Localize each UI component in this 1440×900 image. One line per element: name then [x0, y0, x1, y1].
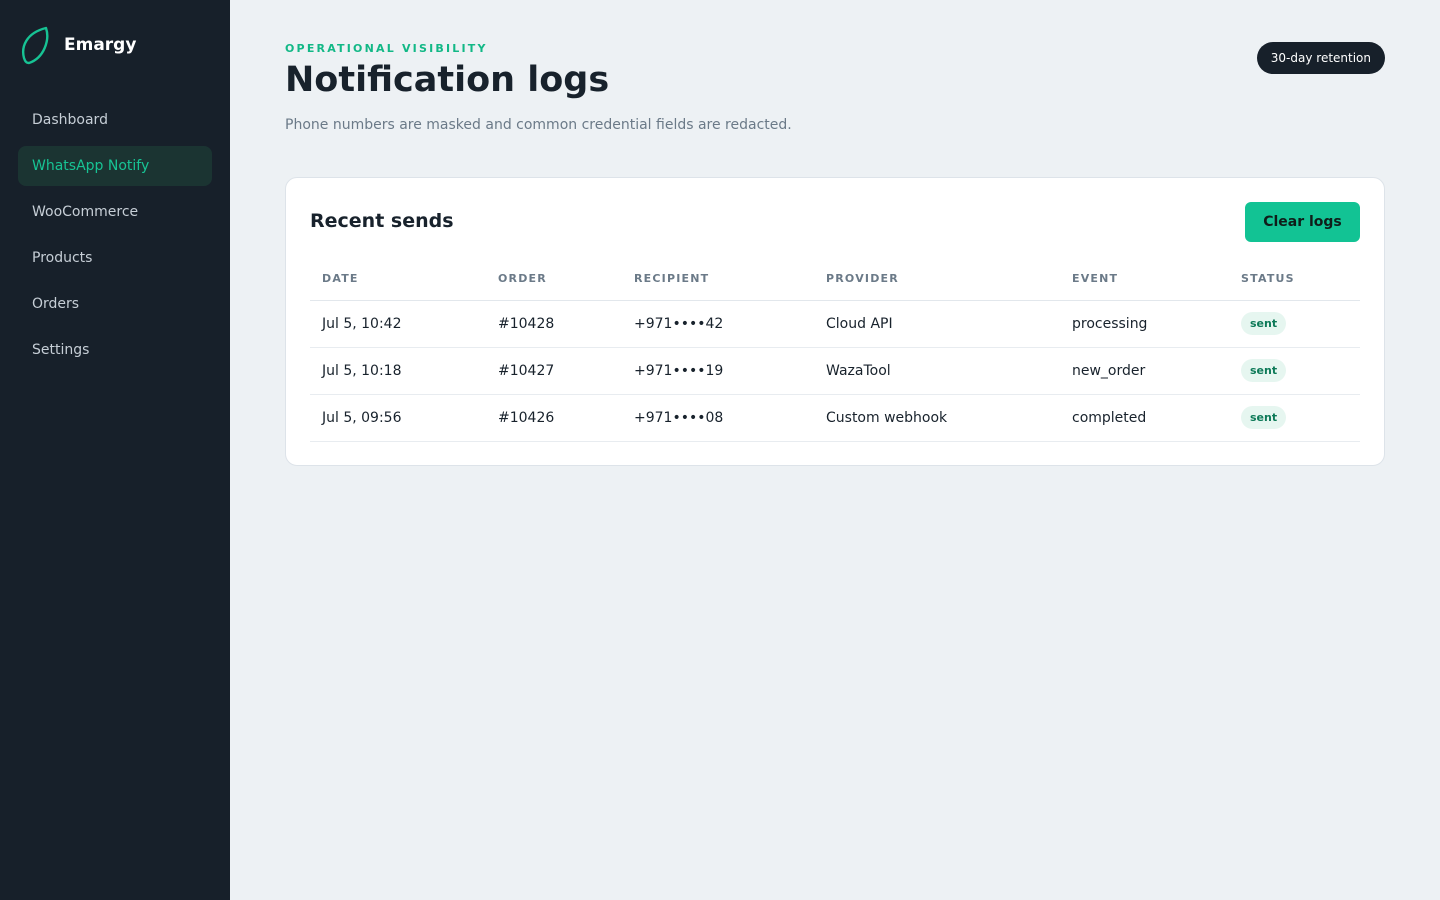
sidebar-item-label: Orders: [32, 296, 80, 312]
cell-status: sent: [1229, 347, 1360, 395]
recent-sends-card: Recent sends Clear logs DATE ORDER RECIP…: [285, 177, 1385, 466]
card-title: Recent sends: [310, 210, 454, 232]
table-header-row: DATE ORDER RECIPIENT PROVIDER EVENT STAT…: [310, 258, 1360, 301]
cell-event: new_order: [1060, 347, 1229, 395]
sidebar-item-woocommerce[interactable]: WooCommerce: [18, 192, 212, 232]
cell-date: Jul 5, 10:18: [310, 347, 486, 395]
cell-order: #10428: [486, 300, 622, 348]
leaf-logo-icon: [22, 26, 49, 65]
brand[interactable]: Emargy: [20, 25, 136, 65]
table-row: Jul 5, 10:18 #10427 +971••••19 WazaTool …: [310, 347, 1360, 395]
cell-event: completed: [1060, 394, 1229, 442]
status-badge: sent: [1241, 406, 1287, 429]
page-subtitle: Phone numbers are masked and common cred…: [285, 117, 792, 133]
sidebar-item-label: Products: [32, 250, 93, 266]
clear-logs-button[interactable]: Clear logs: [1245, 202, 1360, 242]
brand-name: Emargy: [64, 35, 137, 55]
column-header-provider: PROVIDER: [814, 258, 1060, 301]
cell-date: Jul 5, 09:56: [310, 394, 486, 442]
sidebar-item-whatsapp-notify[interactable]: WhatsApp Notify: [18, 146, 212, 186]
retention-badge: 30-day retention: [1256, 42, 1385, 74]
sidebar-item-label: WhatsApp Notify: [32, 158, 150, 174]
cell-order: #10427: [486, 347, 622, 395]
status-badge: sent: [1241, 359, 1287, 382]
table-row: Jul 5, 10:42 #10428 +971••••42 Cloud API…: [310, 300, 1360, 348]
cell-order: #10426: [486, 394, 622, 442]
column-header-status: STATUS: [1229, 258, 1360, 301]
cell-provider: Cloud API: [814, 300, 1060, 348]
sidebar-item-orders[interactable]: Orders: [18, 284, 212, 324]
status-badge: sent: [1241, 312, 1287, 335]
cell-provider: WazaTool: [814, 347, 1060, 395]
logs-table: DATE ORDER RECIPIENT PROVIDER EVENT STAT…: [310, 258, 1360, 442]
column-header-event: EVENT: [1060, 258, 1229, 301]
sidebar-item-label: Dashboard: [32, 112, 108, 128]
column-header-date: DATE: [310, 258, 486, 301]
sidebar: Emargy Dashboard WhatsApp Notify WooComm…: [0, 0, 230, 900]
cell-date: Jul 5, 10:42: [310, 300, 486, 348]
sidebar-item-label: WooCommerce: [32, 204, 139, 220]
cell-status: sent: [1229, 394, 1360, 442]
cell-recipient: +971••••08: [622, 394, 814, 442]
cell-recipient: +971••••19: [622, 347, 814, 395]
cell-event: processing: [1060, 300, 1229, 348]
page-title: Notification logs: [285, 60, 610, 100]
cell-recipient: +971••••42: [622, 300, 814, 348]
cell-provider: Custom webhook: [814, 394, 1060, 442]
table-row: Jul 5, 09:56 #10426 +971••••08 Custom we…: [310, 394, 1360, 442]
cell-status: sent: [1229, 300, 1360, 348]
page-eyebrow: OPERATIONAL VISIBILITY: [285, 42, 488, 55]
column-header-order: ORDER: [486, 258, 622, 301]
sidebar-item-label: Settings: [32, 342, 90, 358]
sidebar-nav: Dashboard WhatsApp Notify WooCommerce Pr…: [18, 100, 212, 376]
sidebar-item-dashboard[interactable]: Dashboard: [18, 100, 212, 140]
sidebar-item-products[interactable]: Products: [18, 238, 212, 278]
sidebar-item-settings[interactable]: Settings: [18, 330, 212, 370]
column-header-recipient: RECIPIENT: [622, 258, 814, 301]
